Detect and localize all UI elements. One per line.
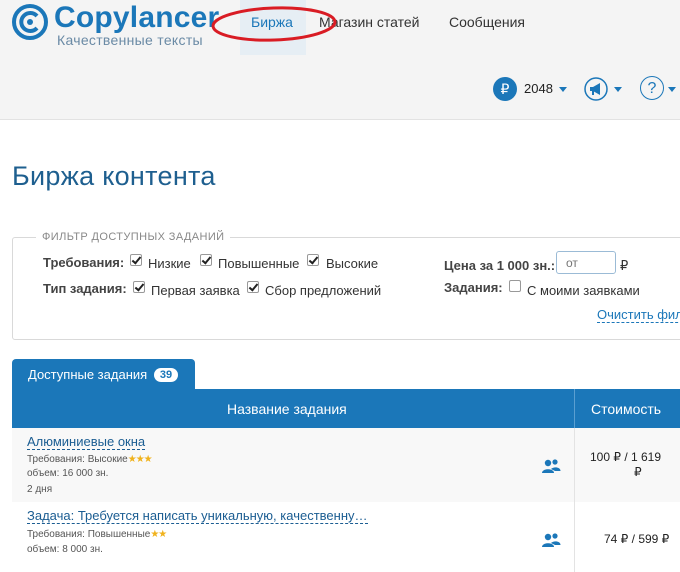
checkbox-low[interactable] xyxy=(130,254,142,266)
checkbox-collect-offers[interactable] xyxy=(247,281,259,293)
task-type-label: Тип задания: xyxy=(43,281,127,296)
table-row: Алюминиевые окна Требования: Высокие★★★ … xyxy=(12,428,680,503)
task-deadline: 2 дня xyxy=(27,484,53,495)
table-header: Название задания Стоимость xyxy=(12,389,680,428)
users-icon[interactable] xyxy=(541,532,561,548)
megaphone-icon[interactable] xyxy=(584,77,608,101)
table-row: Задача: Требуется написать уникальную, к… xyxy=(12,502,680,572)
task-price: 74 ₽ / 599 ₽ xyxy=(604,532,670,546)
checkbox-first-request-label: Первая заявка xyxy=(151,283,240,298)
column-divider xyxy=(574,502,575,572)
price-currency: ₽ xyxy=(620,258,629,273)
price-label: Цена за 1 000 зн.: xyxy=(444,258,556,273)
stars-rating: ★★ xyxy=(150,529,167,540)
task-requirements: Требования: Высокие★★★ xyxy=(27,454,153,465)
logo-name: Copylancer xyxy=(54,1,220,34)
nav-item-article-shop[interactable]: Магазин статей xyxy=(319,14,420,30)
checkbox-collect-offers-label: Сбор предложений xyxy=(265,283,382,298)
chevron-down-icon xyxy=(668,87,676,92)
ruble-icon: ₽ xyxy=(493,77,517,101)
nav-item-birzha[interactable]: Биржа xyxy=(251,14,293,30)
task-volume: объем: 8 000 зн. xyxy=(27,544,103,555)
column-header-name[interactable]: Название задания xyxy=(227,401,347,417)
task-title-link[interactable]: Алюминиевые окна xyxy=(27,434,146,450)
task-price-currency: ₽ xyxy=(634,465,642,479)
top-header: Copylancer Качественные тексты Биржа Маг… xyxy=(0,0,680,120)
checkbox-increased[interactable] xyxy=(200,254,212,266)
task-requirements: Требования: Повышенные★★ xyxy=(27,529,167,540)
users-icon[interactable] xyxy=(541,458,561,474)
chevron-down-icon xyxy=(614,87,622,92)
help-icon[interactable]: ? xyxy=(640,76,664,100)
checkbox-low-label: Низкие xyxy=(148,256,191,271)
requirements-label: Требования: xyxy=(43,255,125,270)
logo-tagline: Качественные тексты xyxy=(57,32,203,48)
task-price: 100 ₽ / 1 619 xyxy=(590,450,662,464)
balance-value: 2048 xyxy=(524,81,553,96)
checkbox-my-requests-label: С моими заявками xyxy=(527,283,640,298)
column-header-cost[interactable]: Стоимость xyxy=(591,401,661,417)
checkbox-first-request[interactable] xyxy=(133,281,145,293)
filter-legend: ФИЛЬТР ДОСТУПНЫХ ЗАДАНИЙ xyxy=(36,231,231,243)
tab-available-tasks[interactable]: Доступные задания 39 xyxy=(12,359,195,389)
tab-label: Доступные задания xyxy=(28,367,148,382)
stars-rating: ★★★ xyxy=(127,454,153,465)
copylancer-logo-icon xyxy=(12,4,48,40)
checkbox-high-label: Высокие xyxy=(326,256,379,271)
tab-count-badge: 39 xyxy=(154,368,178,382)
task-title-link[interactable]: Задача: Требуется написать уникальную, к… xyxy=(27,508,368,524)
nav-item-messages[interactable]: Сообщения xyxy=(449,14,525,30)
price-from-input[interactable] xyxy=(556,251,616,274)
clear-filter-link[interactable]: Очистить фил xyxy=(597,307,680,323)
checkbox-high[interactable] xyxy=(307,254,319,266)
task-volume: объем: 16 000 зн. xyxy=(27,468,109,479)
checkbox-my-requests[interactable] xyxy=(509,280,521,292)
tasks-label: Задания: xyxy=(444,280,503,295)
column-divider xyxy=(574,428,575,502)
chevron-down-icon xyxy=(559,87,567,92)
page-title: Биржа контента xyxy=(12,161,216,191)
checkbox-increased-label: Повышенные xyxy=(218,256,300,271)
column-divider xyxy=(574,389,575,428)
